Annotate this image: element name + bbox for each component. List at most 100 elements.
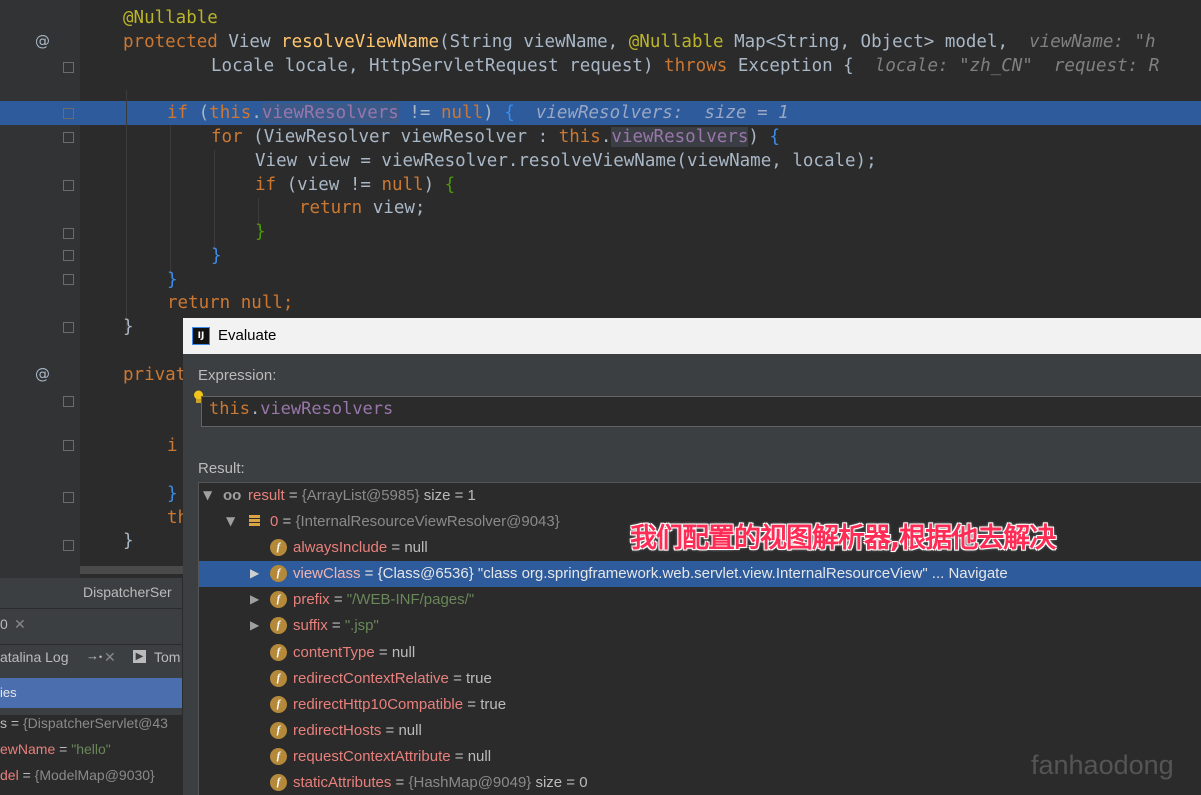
fold-icon[interactable]: [63, 250, 74, 261]
indent-guide: [214, 150, 215, 250]
close-icon[interactable]: ✕: [104, 649, 116, 666]
tree-row-field[interactable]: f redirectHttp10Compatible = true: [199, 692, 1201, 718]
watch-glasses-icon: oo: [223, 487, 242, 504]
field-icon: f: [270, 565, 287, 582]
code-token: return: [167, 293, 241, 313]
field-icon: f: [270, 539, 287, 556]
field-name: redirectHttp10Compatible: [293, 696, 464, 713]
variable-name: s =: [0, 715, 23, 731]
field-extra: size = 1: [419, 487, 476, 504]
tree-row-result[interactable]: ▼ oo result = {ArrayList@5985} size = 1: [199, 483, 1201, 509]
dialog-title-bar[interactable]: IJ Evaluate: [183, 318, 1201, 354]
code-line: i: [167, 436, 178, 456]
breakpoint-fold-icon[interactable]: [63, 108, 74, 119]
field-name: viewClass: [293, 565, 361, 582]
fold-icon[interactable]: [63, 322, 74, 333]
equals-sign: =: [360, 565, 378, 582]
tomcat-tab[interactable]: Tom: [154, 649, 180, 665]
code-line: for (ViewResolver viewResolver : this.vi…: [211, 125, 780, 149]
field-name: prefix: [293, 591, 330, 608]
tree-row-field-selected[interactable]: ▶ f viewClass = {Class@6536} "class org.…: [199, 561, 1201, 587]
pin-icon[interactable]: →•: [86, 648, 102, 663]
tree-row-field[interactable]: ▶ f prefix = "/WEB-INF/pages/": [199, 587, 1201, 613]
catalina-log-tab[interactable]: atalina Log: [0, 649, 69, 665]
expand-arrow-icon[interactable]: ▶: [250, 618, 259, 632]
fold-icon[interactable]: [63, 228, 74, 239]
field-value: true: [480, 696, 507, 713]
collapse-arrow-icon[interactable]: ▼: [203, 488, 212, 502]
field-value: {Class@6536}: [377, 565, 474, 582]
code-line: if (view != null) {: [255, 173, 455, 197]
equals-sign: =: [391, 774, 409, 791]
code-token: for: [211, 127, 254, 147]
variable-value: {ModelMap@9030}: [34, 767, 155, 783]
field-extra[interactable]: "class org.springframework.web.servlet.v…: [474, 565, 1008, 582]
debug-panel: DispatcherSer 0 ✕ atalina Log →• ✕ ▶ Tom…: [0, 578, 182, 795]
field-name: redirectHosts: [293, 722, 382, 739]
code-line-current: if (this.viewResolvers != null) { viewRe…: [167, 101, 789, 125]
expression-text: this.viewResolvers: [209, 399, 393, 419]
fold-icon[interactable]: [63, 132, 74, 143]
expand-arrow-icon[interactable]: ▶: [250, 592, 259, 606]
variable-row[interactable]: del = {ModelMap@9030}: [0, 767, 155, 783]
equals-sign: =: [450, 748, 468, 765]
tree-row-field[interactable]: ▶ f suffix = ".jsp": [199, 613, 1201, 639]
code-token: (String viewName,: [439, 32, 629, 52]
field-value: null: [467, 748, 492, 765]
code-line: Locale locale, HttpServletRequest reques…: [211, 54, 1159, 78]
result-label: Result:: [198, 460, 245, 477]
code-token: @Nullable: [628, 32, 735, 52]
field-icon: f: [270, 774, 287, 791]
tree-row-field[interactable]: f contentType = null: [199, 640, 1201, 666]
override-icon[interactable]: @: [35, 365, 50, 383]
expression-input[interactable]: this.viewResolvers: [201, 396, 1201, 427]
tree-row-field[interactable]: f redirectHosts = null: [199, 718, 1201, 744]
expand-arrow-icon[interactable]: ▶: [250, 566, 259, 580]
code-token: this: [209, 103, 252, 123]
fold-icon[interactable]: [63, 540, 74, 551]
field-name: alwaysInclude: [293, 539, 388, 556]
field-value: {HashMap@9049}: [408, 774, 532, 791]
indent-guide: [170, 125, 171, 275]
close-icon[interactable]: ✕: [14, 616, 26, 633]
code-token: {: [444, 175, 456, 195]
equals-sign: =: [55, 741, 72, 757]
fold-icon[interactable]: [63, 440, 74, 451]
fold-icon[interactable]: [63, 274, 74, 285]
field-icon: f: [270, 722, 287, 739]
code-token: (view !=: [286, 175, 382, 195]
equals-sign: =: [278, 513, 296, 530]
tree-row-field[interactable]: f redirectContextRelative = true: [199, 666, 1201, 692]
field-value: null: [391, 644, 416, 661]
field-value: ".jsp": [344, 617, 379, 634]
fold-icon[interactable]: [63, 396, 74, 407]
field-value: {InternalResourceViewResolver@9043}: [295, 513, 560, 530]
code-line: }: [167, 484, 178, 504]
code-token: {: [769, 127, 780, 147]
equals-sign: =: [463, 696, 481, 713]
code-token: null: [440, 103, 484, 123]
file-tab[interactable]: DispatcherSer: [83, 584, 172, 600]
field-icon: f: [270, 696, 287, 713]
variable-row[interactable]: s = {DispatcherServlet@43: [0, 715, 168, 731]
variable-row[interactable]: ewName = "hello": [0, 741, 111, 757]
fold-icon[interactable]: [63, 62, 74, 73]
inline-debug-hint: viewResolvers: size = 1: [514, 103, 789, 123]
code-line: }: [211, 246, 222, 266]
field-extra: size = 0: [531, 774, 588, 791]
code-token: viewResolvers: [261, 103, 399, 123]
override-icon[interactable]: @: [35, 32, 50, 50]
code-token: this: [558, 127, 601, 147]
fold-icon[interactable]: [63, 180, 74, 191]
code-token: !=: [398, 103, 441, 123]
fold-icon[interactable]: [63, 492, 74, 503]
collapse-arrow-icon[interactable]: ▼: [226, 514, 235, 528]
divider: [0, 644, 182, 645]
code-token: ): [423, 175, 445, 195]
field-icon: f: [270, 748, 287, 765]
field-name: result: [248, 487, 285, 504]
horizontal-scrollbar[interactable]: [80, 566, 183, 574]
code-token: null: [240, 293, 283, 313]
equals-sign: =: [374, 644, 392, 661]
code-token: ;: [282, 293, 294, 313]
